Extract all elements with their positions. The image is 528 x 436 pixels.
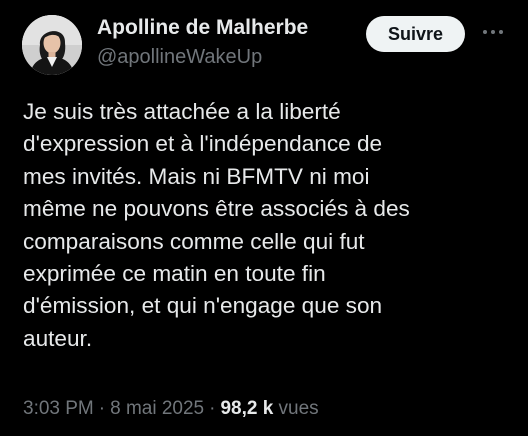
profile-photo-icon	[22, 15, 82, 75]
tweet-date[interactable]: 8 mai 2025	[110, 398, 204, 419]
tweet-meta: 3:03 PM · 8 mai 2025 · 98,2 k vues	[23, 398, 319, 420]
tweet-text-line: Je suis très attachée a la liberté	[23, 99, 341, 124]
author-avatar[interactable]	[22, 15, 82, 75]
author-display-name[interactable]: Apolline de Malherbe	[97, 16, 308, 40]
tweet-text-line: d'expression et à l'indépendance de	[23, 131, 383, 157]
follow-button[interactable]: Suivre	[366, 16, 465, 52]
author-handle[interactable]: @apollineWakeUp	[97, 46, 262, 69]
tweet-text-line: auteur.	[23, 325, 93, 351]
tweet-text-line: mes invités. Mais ni BFMTV ni moi	[23, 163, 370, 189]
views-label: vues	[278, 398, 319, 419]
more-dots-icon[interactable]	[478, 22, 508, 42]
tweet-text-line: même ne pouvons être associés à des	[23, 196, 410, 222]
tweet-time[interactable]: 3:03 PM	[23, 398, 94, 419]
tweet-text-line: d'émission, et qui n'engage que son	[23, 293, 383, 319]
views-count[interactable]: 98,2 k	[220, 398, 273, 419]
tweet-text: Je suis très attachée a la liberté d'exp…	[23, 96, 513, 355]
meta-separator: ·	[209, 398, 216, 419]
tweet-text-line: comparaisons comme celle qui fut	[23, 228, 365, 254]
meta-separator: ·	[98, 398, 106, 419]
tweet-text-line: exprimée ce matin en toute fin	[23, 261, 326, 287]
tweet-card: Apolline de Malherbe @apollineWakeUp Sui…	[0, 0, 528, 436]
